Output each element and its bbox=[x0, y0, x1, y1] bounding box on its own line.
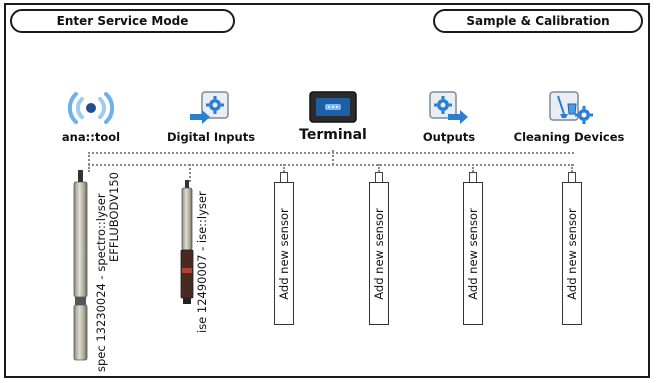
cleaning-devices-button[interactable]: Cleaning Devices bbox=[512, 90, 626, 144]
broom-bucket-gear-icon bbox=[549, 91, 593, 124]
gear-arrow-out-icon bbox=[429, 91, 468, 124]
spectro-connector bbox=[88, 152, 90, 172]
add-sensor-slot-3[interactable]: Add new sensor bbox=[463, 182, 483, 325]
ise-sensor-label: ise 12490007 - ise::lyser bbox=[195, 191, 209, 333]
add-sensor-slot-4[interactable]: Add new sensor bbox=[562, 182, 582, 325]
outputs-button[interactable]: Outputs bbox=[412, 90, 486, 144]
slot4-connector bbox=[571, 164, 573, 172]
terminal-label: Terminal bbox=[299, 127, 367, 143]
digital-inputs-button[interactable]: Digital Inputs bbox=[166, 90, 256, 144]
terminal-connector bbox=[332, 150, 334, 165]
wifi-signal-icon bbox=[68, 92, 114, 124]
add-sensor-label-3: Add new sensor bbox=[466, 207, 480, 300]
ana-tool-button[interactable]: ana::tool bbox=[56, 90, 126, 144]
slot2-connector bbox=[378, 164, 380, 172]
bus-line-top bbox=[88, 152, 574, 154]
enter-service-mode-button[interactable]: Enter Service Mode bbox=[10, 9, 235, 33]
spectro-sensor-label-2: EFFLUBODV150 bbox=[107, 172, 121, 262]
slot1-connector bbox=[283, 164, 285, 172]
cleaning-devices-label: Cleaning Devices bbox=[513, 130, 625, 144]
gear-arrow-in-icon bbox=[190, 91, 229, 124]
slot3-connector bbox=[472, 164, 474, 172]
sample-calibration-button[interactable]: Sample & Calibration bbox=[433, 9, 643, 33]
terminal-button[interactable]: Terminal bbox=[296, 90, 370, 143]
spectro-probe-image[interactable] bbox=[70, 170, 92, 370]
outputs-label: Outputs bbox=[422, 130, 476, 144]
slot3-tab bbox=[469, 172, 477, 182]
terminal-icon bbox=[309, 91, 357, 123]
digital-inputs-label: Digital Inputs bbox=[166, 130, 256, 144]
add-sensor-slot-1[interactable]: Add new sensor bbox=[274, 182, 294, 325]
slot1-tab bbox=[280, 172, 288, 182]
ana-tool-label: ana::tool bbox=[61, 130, 121, 144]
add-sensor-label-4: Add new sensor bbox=[565, 207, 579, 300]
slot4-tab bbox=[568, 172, 576, 182]
add-sensor-label-1: Add new sensor bbox=[277, 207, 291, 300]
add-sensor-slot-2[interactable]: Add new sensor bbox=[369, 182, 389, 325]
ise-probe-image[interactable] bbox=[177, 180, 197, 306]
bus-line-bottom bbox=[88, 164, 574, 166]
slot2-tab bbox=[375, 172, 383, 182]
add-sensor-label-2: Add new sensor bbox=[372, 207, 386, 300]
